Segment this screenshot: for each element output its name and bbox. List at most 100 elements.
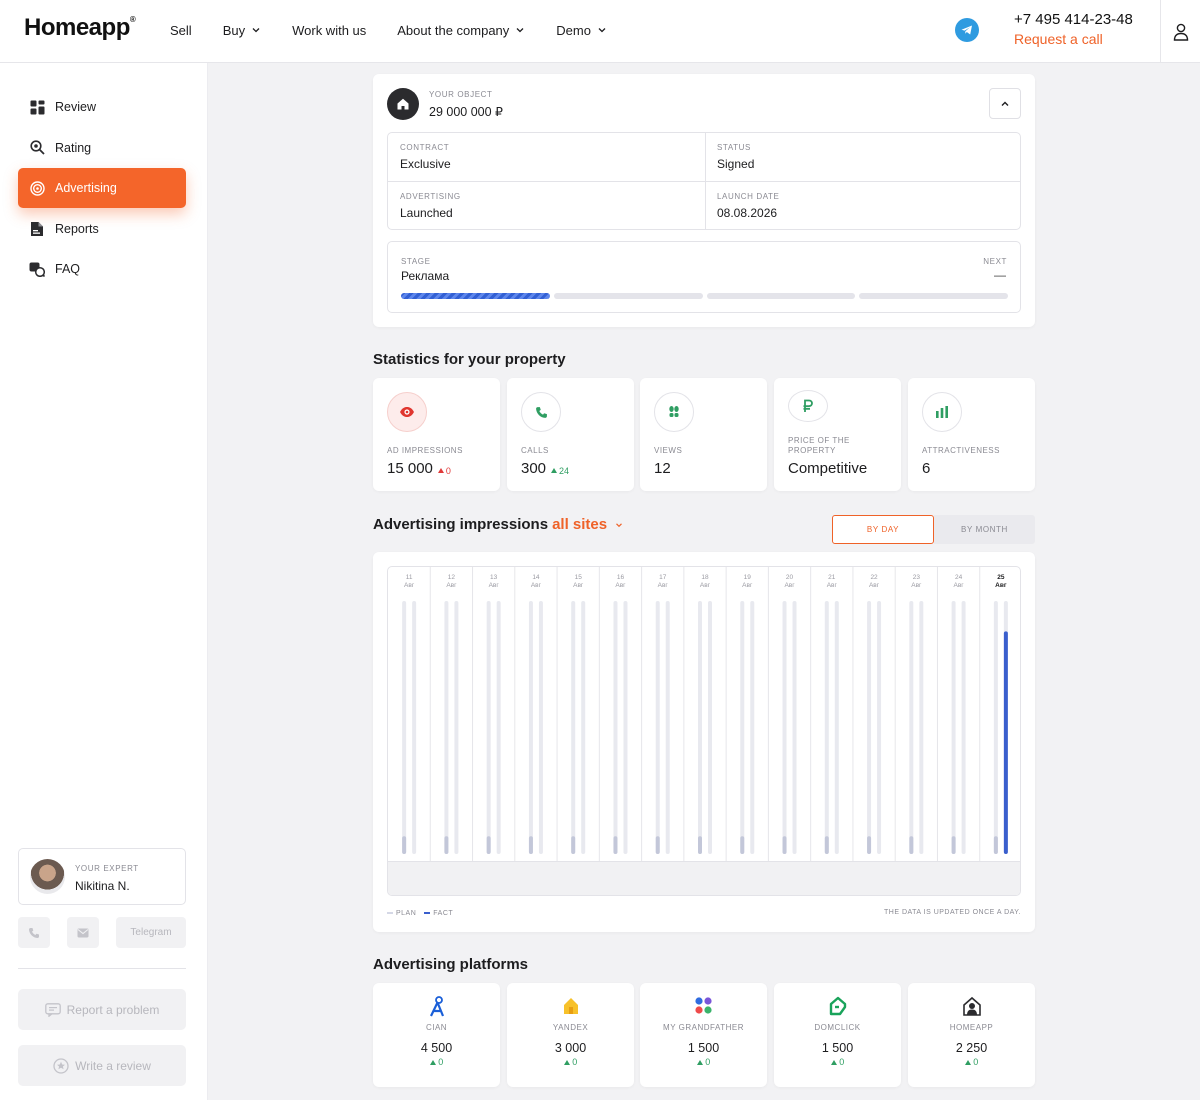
site-filter-dropdown[interactable]: all sites — [552, 516, 607, 533]
expert-card[interactable]: YOUR EXPERT Nikitina N. — [18, 848, 186, 905]
telegram-expert-button[interactable]: Telegram — [116, 917, 186, 948]
fact-track — [454, 601, 459, 854]
platform-card-cian[interactable]: CIAN 4 500 0 — [373, 983, 500, 1087]
document-icon — [29, 221, 45, 237]
nav-work-with-us[interactable]: Work with us — [292, 23, 366, 38]
top-header: Homeapp® Sell Buy Work with us About the… — [0, 0, 1200, 63]
next-value: — — [994, 268, 1006, 282]
tick-label-day: 13 — [490, 574, 498, 581]
phone-icon — [29, 927, 39, 938]
chart-legend: PLAN FACT — [387, 910, 453, 917]
platform-card-my-grandfather[interactable]: MY GRANDFATHER 1 500 0 — [640, 983, 767, 1087]
plan-bar — [993, 836, 998, 854]
logo[interactable]: Homeapp® — [24, 14, 136, 42]
stat-value: 15 000 — [387, 460, 433, 477]
plan-track — [782, 601, 787, 854]
tick-label-month: Авг — [911, 582, 922, 589]
chart-footer — [388, 861, 1020, 895]
report-problem-button[interactable]: Report a problem — [18, 989, 186, 1030]
fact-track — [665, 601, 670, 854]
platform-card-domclick[interactable]: DOMCLICK 1 500 0 — [774, 983, 901, 1087]
telegram-icon[interactable] — [955, 18, 979, 42]
sidebar-item-label: Rating — [55, 140, 92, 155]
platform-value: 2 250 — [955, 1041, 988, 1055]
by-month-toggle[interactable]: BY MONTH — [934, 515, 1035, 544]
plan-bar — [909, 836, 914, 854]
plan-track — [444, 601, 449, 854]
grandfather-icon — [694, 997, 712, 1014]
contract-field: CONTRACT Exclusive — [400, 143, 451, 171]
chevron-down-icon[interactable] — [614, 520, 624, 530]
plan-track — [993, 601, 998, 854]
fact-bar — [1003, 631, 1008, 854]
tick-label-month: Авг — [827, 582, 838, 589]
fact-track — [877, 601, 882, 854]
stat-value: 300 — [521, 460, 547, 477]
fact-track — [919, 601, 924, 854]
plan-bar — [782, 836, 787, 854]
platform-value: 4 500 — [420, 1041, 453, 1055]
tick-label-month: Авг — [615, 582, 626, 589]
tick-label-day: 15 — [575, 574, 583, 581]
sidebar-item-label: FAQ — [55, 262, 81, 276]
platform-card-yandex[interactable]: YANDEX 3 000 0 — [507, 983, 634, 1087]
stage-step-bar — [553, 293, 703, 299]
nav-sell[interactable]: Sell — [170, 23, 192, 38]
plan-track — [655, 601, 660, 854]
chat-warning-icon — [44, 1002, 61, 1017]
platform-value: 1 500 — [821, 1041, 854, 1055]
bar-chart-icon — [922, 392, 962, 432]
tick-label-month: Авг — [742, 582, 753, 589]
stat-card-views: VIEWS 12 — [640, 378, 767, 491]
request-call-link[interactable]: Request a call — [1014, 31, 1103, 47]
platform-value: 3 000 — [554, 1041, 587, 1055]
sidebar-item-faq[interactable]: FAQ — [18, 249, 186, 289]
grid-icon — [29, 99, 45, 115]
legend-fact: FACT — [424, 910, 453, 917]
plan-bar — [528, 836, 533, 854]
stage-step-bar — [706, 293, 856, 299]
write-review-button[interactable]: Write a review — [18, 1045, 186, 1086]
plan-bar — [444, 836, 449, 854]
nav-buy[interactable]: Buy — [223, 23, 261, 38]
stat-value: 12 — [654, 460, 671, 477]
sidebar-item-review[interactable]: Review — [18, 87, 186, 127]
impressions-chart-card: 11 Авг 12 Авг 13 Авг 14 Авг 15 Авг 16 Авг 17 Авг 18 Авг… — [373, 552, 1035, 932]
fact-track — [581, 601, 586, 854]
footsteps-icon — [654, 392, 694, 432]
tick-label-day: 19 — [744, 574, 752, 581]
stage-bars — [401, 293, 1008, 299]
delta-badge: 0 — [437, 466, 451, 476]
impressions-title: Advertising impressions all sites — [373, 516, 624, 533]
advertising-field: ADVERTISING Launched — [400, 192, 461, 220]
plan-track — [486, 601, 491, 854]
sidebar-menu: Review Rating Advertising Reports FAQ — [18, 87, 186, 290]
user-account-button[interactable] — [1160, 0, 1200, 63]
plan-track — [909, 601, 914, 854]
sidebar-item-rating[interactable]: Rating — [18, 128, 186, 168]
avatar — [30, 859, 65, 894]
stage-label: STAGE — [401, 257, 431, 266]
tick-label-day: 25 — [997, 574, 1005, 581]
tick-label-day: 17 — [659, 574, 667, 581]
fact-track — [750, 601, 755, 854]
stat-value: 6 — [922, 460, 931, 477]
plan-bar — [951, 836, 956, 854]
sidebar-item-reports[interactable]: Reports — [18, 209, 186, 249]
by-day-toggle[interactable]: BY DAY — [832, 515, 934, 544]
call-expert-button[interactable] — [18, 917, 50, 948]
plan-bar — [402, 836, 407, 854]
nav-demo[interactable]: Demo — [556, 23, 607, 38]
stat-card-price: PRICE OF THE PROPERTY Competitive — [774, 378, 901, 491]
plan-track — [740, 601, 745, 854]
nav-about[interactable]: About the company — [397, 23, 525, 38]
home-icon — [387, 88, 419, 120]
plan-bar — [698, 836, 702, 854]
sidebar-item-advertising[interactable]: Advertising — [18, 168, 186, 208]
email-expert-button[interactable] — [67, 917, 99, 948]
phone-number[interactable]: +7 495 414-23-48 — [1014, 11, 1133, 28]
platform-card-homeapp[interactable]: HOMEAPP 2 250 0 — [908, 983, 1035, 1087]
stage-step-bar — [401, 293, 550, 299]
collapse-button[interactable] — [989, 88, 1021, 119]
tick-label-day: 11 — [406, 574, 413, 581]
